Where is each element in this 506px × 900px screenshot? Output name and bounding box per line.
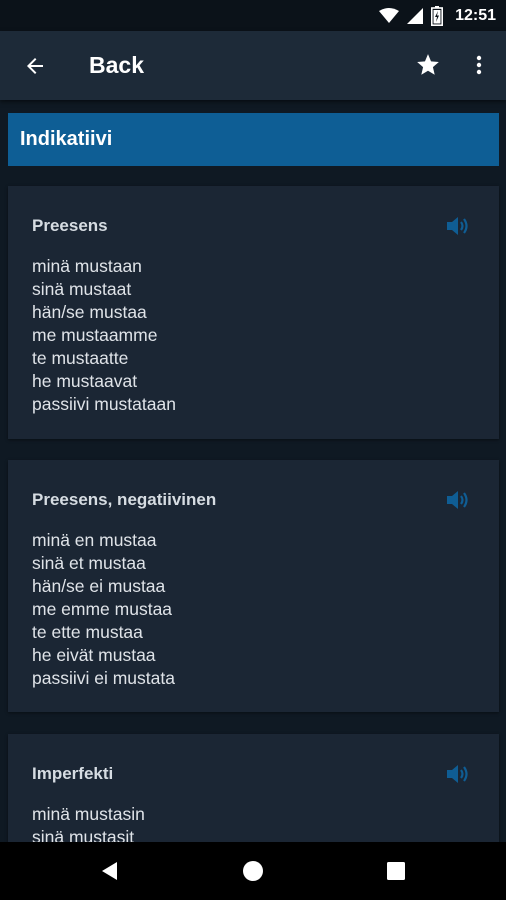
conjugation-form: hän/se mustaa (32, 302, 147, 322)
conjugation-card: Imperfekti minä mustasin sinä mustasit (8, 734, 499, 842)
status-time: 12:51 (455, 7, 496, 24)
card-title: Preesens, negatiivinen (32, 490, 217, 509)
conjugation-form: minä mustaan (32, 256, 142, 276)
conjugation-form: hän/se ei mustaa (32, 576, 166, 596)
conjugation-forms: minä mustasin sinä mustasit (32, 803, 145, 842)
conjugation-form: me mustaamme (32, 325, 158, 345)
arrow-back-icon (27, 58, 43, 74)
nav-home-button[interactable] (239, 857, 267, 885)
conjugation-form: he eivät mustaa (32, 645, 156, 665)
conjugation-forms: minä en mustaa sinä et mustaa hän/se ei … (32, 529, 175, 690)
back-button[interactable] (20, 51, 50, 81)
conjugation-form: me emme mustaa (32, 599, 173, 619)
app-bar-title[interactable]: Back (89, 52, 144, 79)
favorite-button[interactable] (413, 50, 443, 80)
more-vert-icon (476, 55, 482, 75)
app-bar: Back (0, 31, 506, 100)
conjugation-card: Preesens minä mustaan sinä mustaat hän/s… (8, 186, 499, 439)
conjugation-form: minä mustasin (32, 804, 145, 824)
conjugation-form: he mustaavat (32, 371, 138, 391)
card-title: Preesens (32, 216, 108, 235)
conjugation-form: passiivi mustataan (32, 394, 176, 414)
wifi-icon (379, 8, 400, 23)
nav-back-icon (102, 862, 117, 880)
status-icons: 12:51 (379, 4, 496, 28)
signal-icon (407, 8, 424, 24)
conjugation-form: sinä et mustaa (32, 553, 146, 573)
conjugation-list[interactable]: Indikatiivi Preesens minä mustaan sinä m… (0, 100, 506, 842)
nav-home-icon (243, 861, 263, 881)
status-bar: 12:51 (0, 0, 506, 31)
nav-recents-icon (387, 862, 405, 880)
conjugation-form: sinä mustaat (32, 279, 132, 299)
battery-icon (431, 6, 444, 26)
speaker-icon[interactable] (445, 489, 471, 511)
conjugation-form: te ette mustaa (32, 622, 143, 642)
speaker-icon[interactable] (445, 215, 471, 237)
card-title: Imperfekti (32, 764, 114, 783)
conjugation-form: passiivi ei mustata (32, 668, 175, 688)
conjugation-form: te mustaatte (32, 348, 129, 368)
navigation-bar (0, 842, 506, 900)
conjugation-card: Preesens, negatiivinen minä en mustaa si… (8, 460, 499, 712)
conjugation-form: sinä mustasit (32, 827, 135, 842)
nav-back-button[interactable] (96, 857, 124, 885)
conjugation-forms: minä mustaan sinä mustaat hän/se mustaa … (32, 255, 176, 416)
conjugation-form: minä en mustaa (32, 530, 157, 550)
nav-recents-button[interactable] (382, 857, 410, 885)
section-header: Indikatiivi (8, 113, 499, 166)
speaker-icon[interactable] (445, 763, 471, 785)
star-icon (417, 54, 439, 75)
more-options-button[interactable] (466, 50, 492, 80)
